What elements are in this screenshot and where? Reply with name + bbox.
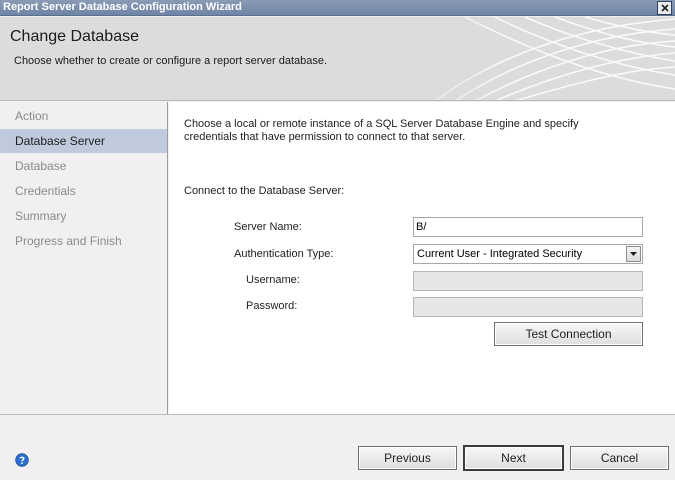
nav-item-database-server[interactable]: Database Server — [0, 129, 167, 153]
next-button[interactable]: Next — [464, 446, 563, 470]
close-icon — [660, 4, 669, 12]
nav-item-progress-and-finish[interactable]: Progress and Finish — [0, 229, 167, 253]
server-name-label: Server Name: — [234, 221, 302, 233]
password-label: Password: — [246, 300, 298, 312]
nav-item-summary[interactable]: Summary — [0, 204, 167, 228]
nav-item-database[interactable]: Database — [0, 154, 167, 178]
header-decoration — [375, 17, 675, 100]
wizard-steps-nav: Action Database Server Database Credenti… — [0, 102, 168, 414]
auth-type-value: Current User - Integrated Security — [417, 248, 583, 260]
username-label: Username: — [246, 274, 300, 286]
test-connection-button[interactable]: Test Connection — [494, 322, 643, 346]
username-input[interactable] — [413, 271, 643, 291]
dropdown-arrow-button[interactable] — [626, 246, 641, 262]
previous-button[interactable]: Previous — [358, 446, 457, 470]
connect-label: Connect to the Database Server: — [184, 185, 345, 197]
close-button[interactable] — [657, 1, 672, 15]
help-icon[interactable] — [15, 453, 29, 467]
wizard-content: Choose a local or remote instance of a S… — [169, 102, 675, 414]
wizard-footer: Previous Next Cancel — [0, 414, 675, 480]
nav-item-credentials[interactable]: Credentials — [0, 179, 167, 203]
auth-type-label: Authentication Type: — [234, 248, 334, 260]
chevron-down-icon — [630, 252, 637, 256]
page-subtitle: Choose whether to create or configure a … — [14, 55, 328, 67]
auth-type-select[interactable]: Current User - Integrated Security — [413, 244, 643, 264]
password-input[interactable] — [413, 297, 643, 317]
wizard-header: Change Database Choose whether to create… — [0, 17, 675, 101]
window-title: Report Server Database Configuration Wiz… — [3, 1, 242, 13]
server-name-input[interactable] — [413, 217, 643, 237]
page-title: Change Database — [10, 28, 139, 45]
cancel-button[interactable]: Cancel — [570, 446, 669, 470]
title-bar: Report Server Database Configuration Wiz… — [0, 0, 675, 16]
intro-text: Choose a local or remote instance of a S… — [184, 118, 579, 143]
nav-item-action[interactable]: Action — [0, 104, 167, 128]
